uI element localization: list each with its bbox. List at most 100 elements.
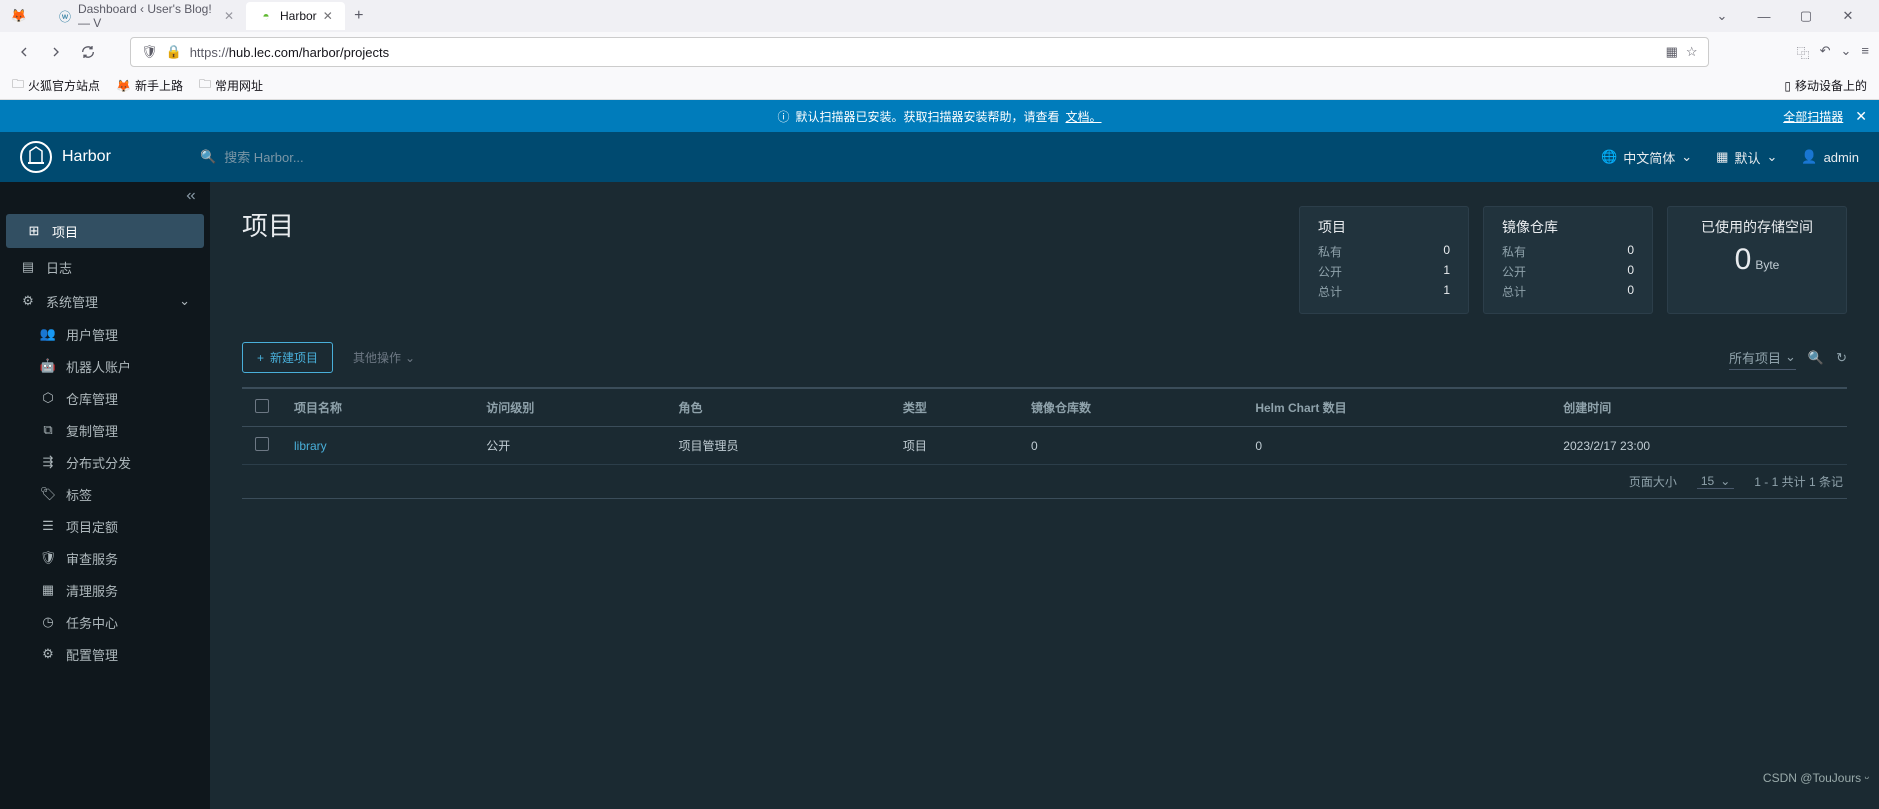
stat-value: 0 [1627, 243, 1634, 260]
screenshot-icon[interactable]: ⿻ [1797, 43, 1810, 62]
col-header[interactable]: 角色 [667, 388, 891, 427]
sidebar-item-0[interactable]: ⊞项目 [6, 214, 204, 248]
undo-icon[interactable]: ↶ [1820, 43, 1831, 62]
maximize-icon[interactable]: ▢ [1789, 2, 1823, 30]
stat-label: 私有 [1318, 243, 1342, 260]
col-header[interactable]: 项目名称 [282, 388, 474, 427]
info-banner: ⓘ 默认扫描器已安装。获取扫描器安装帮助，请查看 文档。 全部扫描器 ✕ [0, 100, 1879, 132]
info-icon: ⓘ [777, 108, 789, 125]
project-name-link[interactable]: library [282, 427, 474, 465]
menu-icon[interactable]: ≡ [1861, 43, 1869, 62]
cell-role: 项目管理员 [667, 427, 891, 465]
sidebar-item-13[interactable]: ⚙配置管理 [0, 638, 210, 670]
tab-title: Harbor [280, 9, 317, 23]
sidebar-item-label: 日志 [46, 258, 72, 277]
close-icon[interactable]: ✕ [224, 9, 234, 23]
shield-icon: 🛡 [40, 550, 56, 566]
sidebar-item-12[interactable]: ◷任务中心 [0, 606, 210, 638]
project-filter-dropdown[interactable]: 所有项目 ⌄ [1729, 346, 1796, 370]
mobile-bookmarks[interactable]: ▯移动设备上的 [1784, 77, 1867, 94]
col-header[interactable]: Helm Chart 数目 [1243, 388, 1551, 427]
bookmark-item[interactable]: 🦊新手上路 [116, 77, 183, 94]
search-icon[interactable]: 🔍 [1808, 350, 1824, 366]
cell-created: 2023/2/17 23:00 [1551, 427, 1847, 465]
chevron-down-icon: ⌄ [1681, 149, 1692, 165]
col-header[interactable]: 镜像仓库数 [1019, 388, 1243, 427]
page-title: 项目 [242, 206, 294, 243]
col-header[interactable]: 访问级别 [474, 388, 666, 427]
sidebar-collapse-button[interactable] [0, 182, 210, 210]
bookmark-star-icon[interactable]: ☆ [1686, 44, 1698, 60]
folder-icon: 🗀 [12, 75, 24, 96]
url-input[interactable]: 🛡 🔒 https://hub.lec.com/harbor/projects … [130, 37, 1709, 67]
nav-back-button[interactable] [10, 38, 38, 66]
stat-label: 私有 [1502, 243, 1526, 260]
sidebar-item-7[interactable]: ⇶分布式分发 [0, 446, 210, 478]
user-menu[interactable]: 👤 admin [1801, 149, 1859, 165]
browser-tab-wordpress[interactable]: ⓦ Dashboard ‹ User's Blog! — V ✕ [46, 2, 246, 30]
chevron-down-icon[interactable]: ⌄ [1705, 2, 1739, 30]
banner-close-icon[interactable]: ✕ [1855, 108, 1867, 125]
cell-type: 项目 [891, 427, 1019, 465]
language-selector[interactable]: 🌐 中文简体 ⌄ [1601, 148, 1692, 167]
bookmark-folder[interactable]: 🗀常用网址 [199, 75, 263, 96]
stat-label: 总计 [1502, 283, 1526, 300]
select-all-checkbox[interactable] [255, 399, 269, 413]
sidebar-item-4[interactable]: 🤖机器人账户 [0, 350, 210, 382]
tab-add-button[interactable]: + [345, 7, 373, 25]
new-project-button[interactable]: + 新建项目 [242, 342, 333, 373]
sidebar-item-8[interactable]: 🏷标签 [0, 478, 210, 510]
browser-tab-harbor[interactable]: ◓ Harbor ✕ [246, 2, 345, 30]
stat-value: 0 [1627, 283, 1634, 300]
sidebar-item-label: 项目 [52, 222, 78, 241]
firefox-icon: 🦊 [116, 79, 131, 93]
stat-value: 0 [1443, 243, 1450, 260]
sidebar-item-5[interactable]: ⬡仓库管理 [0, 382, 210, 414]
folder-icon: 🗀 [199, 75, 211, 96]
sidebar-item-9[interactable]: ☰项目定额 [0, 510, 210, 542]
col-header[interactable]: 类型 [891, 388, 1019, 427]
search-input[interactable] [224, 150, 520, 165]
sidebar-item-label: 用户管理 [66, 325, 118, 344]
sidebar-item-label: 机器人账户 [66, 357, 131, 376]
table-row: library 公开 项目管理员 项目 0 0 2023/2/17 23:00 [242, 427, 1847, 465]
chevron-down-icon[interactable]: ⌄ [1841, 43, 1852, 62]
sidebar-item-1[interactable]: ▤日志 [0, 250, 210, 284]
theme-selector[interactable]: ▦ 默认 ⌄ [1716, 148, 1777, 167]
page-size-selector[interactable]: 15 ⌄ [1697, 474, 1734, 489]
other-ops-dropdown[interactable]: 其他操作 ⌄ [353, 349, 415, 366]
close-icon[interactable]: ✕ [323, 9, 333, 23]
nav-reload-button[interactable] [74, 38, 102, 66]
banner-docs-link[interactable]: 文档。 [1066, 108, 1102, 125]
chevron-down-icon: ⌄ [1766, 149, 1777, 165]
user-icon: 👤 [1801, 149, 1817, 165]
shield-icon: 🛡 [141, 44, 158, 60]
row-checkbox[interactable] [255, 437, 269, 451]
minimize-icon[interactable]: — [1747, 2, 1781, 30]
sliders-icon: ☰ [40, 518, 56, 534]
sidebar-item-label: 配置管理 [66, 645, 118, 664]
sidebar-item-10[interactable]: 🛡审查服务 [0, 542, 210, 574]
qr-icon[interactable]: ▦ [1666, 44, 1678, 60]
sidebar-item-2[interactable]: ⚙系统管理⌄ [0, 284, 210, 318]
sidebar-item-11[interactable]: ▦清理服务 [0, 574, 210, 606]
chevron-down-icon: ⌄ [1785, 349, 1796, 365]
stat-card-projects: 项目 私有0公开1总计1 [1299, 206, 1469, 314]
chevron-down-icon: ⌄ [179, 293, 190, 309]
cell-access: 公开 [474, 427, 666, 465]
harbor-logo[interactable]: Harbor [20, 141, 180, 173]
sidebar-item-6[interactable]: ⧉复制管理 [0, 414, 210, 446]
close-window-icon[interactable]: ✕ [1831, 2, 1865, 30]
refresh-icon[interactable]: ↻ [1836, 350, 1847, 366]
stat-title: 镜像仓库 [1502, 217, 1634, 237]
nav-forward-button[interactable] [42, 38, 70, 66]
stat-label: 公开 [1318, 263, 1342, 280]
stat-value: 0 [1627, 263, 1634, 280]
mobile-icon: ▯ [1784, 79, 1791, 93]
sidebar-item-3[interactable]: 👥用户管理 [0, 318, 210, 350]
sidebar-item-label: 任务中心 [66, 613, 118, 632]
col-header[interactable]: 创建时间 [1551, 388, 1847, 427]
banner-all-scanners-link[interactable]: 全部扫描器 [1783, 108, 1843, 125]
bookmark-folder[interactable]: 🗀火狐官方站点 [12, 75, 100, 96]
calendar-icon: ▦ [1716, 149, 1728, 165]
